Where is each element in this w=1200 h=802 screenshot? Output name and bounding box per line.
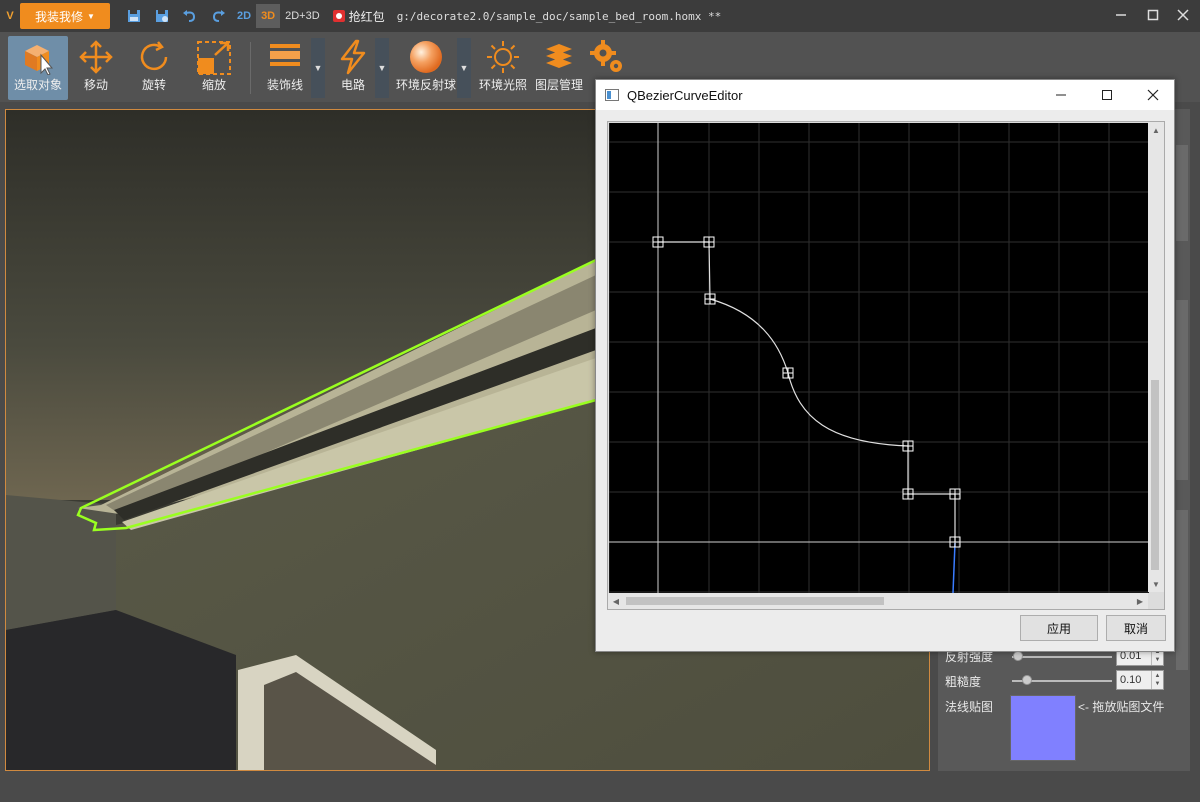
normal-map-row: 法线贴图 [945,698,993,715]
bezier-curve-editor-dialog: QBezierCurveEditor ▲ ▼ ◀ ▶ 应用 取消 [595,79,1175,652]
dialog-title: QBezierCurveEditor [627,87,743,103]
layers-icon [542,36,576,78]
tool-scale-label: 缩放 [201,78,226,92]
panel-scrollbar-top[interactable] [1176,145,1188,241]
title-bar: V 我装我修 ▼ 2D 3D 2D+3D 抢红包 g:/decorate2.0/… [0,0,1200,32]
tool-move-label: 移动 [83,78,108,92]
reflection-dropdown-arrow[interactable]: ▼ [457,38,471,98]
tool-circuit[interactable]: 电路 [329,36,377,100]
dialog-minimize-icon[interactable] [1038,80,1084,110]
chevron-down-icon: ▼ [87,11,95,21]
drag-texture-hint: <- 拖放贴图文件 [1078,700,1165,714]
mode-2d-button[interactable]: 2D [232,4,256,28]
red-packet-label: 抢红包 [348,9,385,24]
rotate-icon [136,36,172,78]
tool-select[interactable]: 选取对象 [8,36,68,100]
molding-dropdown-arrow[interactable]: ▼ [311,38,325,98]
canvas-vertical-scrollbar[interactable]: ▲ ▼ [1148,122,1164,592]
mode-3d-button[interactable]: 3D [256,4,281,28]
scroll-up-icon[interactable]: ▲ [1148,122,1164,138]
reflect-strength-slider-track[interactable] [1012,656,1112,658]
sun-icon [485,36,521,78]
apply-button[interactable]: 应用 [1020,615,1098,641]
lightning-icon [336,36,370,78]
roughness-value: 0.10 [1120,674,1142,686]
spin-arrows-icon[interactable]: ▲ ▼ [1151,671,1163,689]
tool-ambient-light[interactable]: 环境光照 [475,36,531,100]
mode-2d3d-button[interactable]: 2D+3D [280,4,325,28]
normal-map-label: 法线贴图 [945,700,994,714]
molding-icon [268,36,302,78]
tool-molding[interactable]: 装饰线 [257,36,313,100]
close-icon[interactable] [1166,0,1200,30]
scroll-left-icon[interactable]: ◀ [608,593,624,609]
brand-menu-button[interactable]: 我装我修 ▼ [20,3,110,29]
canvas-horizontal-scrollbar[interactable]: ◀ ▶ [608,593,1148,609]
app-logo: V [6,10,14,22]
tool-reflection-sphere[interactable]: 环境反射球 [393,36,459,100]
tool-circuit-label: 电路 [340,78,365,92]
brand-menu-label: 我装我修 [35,9,84,24]
undo-icon[interactable] [176,2,204,30]
redo-icon[interactable] [204,2,232,30]
roughness-label: 粗糙度 [945,675,982,689]
tool-rotate[interactable]: 旋转 [124,36,184,100]
tool-rotate-label: 旋转 [141,78,166,92]
settings-gears-icon [589,36,625,78]
vertical-scroll-thumb[interactable] [1151,380,1159,570]
sphere-icon [408,36,444,78]
tangent-line [952,542,956,593]
panel-scrollbar-middle[interactable] [1176,300,1188,480]
drag-hint-row: <- 拖放贴图文件 [1078,698,1164,715]
scroll-down-icon[interactable]: ▼ [1148,576,1164,592]
dialog-close-icon[interactable] [1130,80,1176,110]
roughness-row: 粗糙度 [945,673,981,690]
circuit-dropdown-arrow[interactable]: ▼ [375,38,389,98]
curve-canvas-frame: ▲ ▼ ◀ ▶ [607,121,1165,610]
horizontal-scroll-thumb[interactable] [626,597,884,605]
select-cube-icon [19,36,57,78]
tool-molding-label: 装饰线 [266,78,303,92]
maximize-icon[interactable] [1136,0,1170,30]
file-path: g:/decorate2.0/sample_doc/sample_bed_roo… [396,9,722,23]
save-icon[interactable] [120,2,148,30]
roughness-spinbox[interactable]: 0.10 ▲ ▼ [1116,670,1164,690]
scroll-right-icon[interactable]: ▶ [1132,593,1148,609]
save-as-icon[interactable] [148,2,176,30]
dialog-maximize-icon[interactable] [1084,80,1130,110]
tool-layers[interactable]: 图层管理 [531,36,587,100]
toolbar-separator [250,42,251,94]
minimize-icon[interactable] [1104,0,1138,30]
cancel-button[interactable]: 取消 [1106,615,1166,641]
bezier-curve-canvas[interactable] [609,123,1149,593]
move-arrows-icon [78,36,114,78]
red-packet-button[interactable]: 抢红包 [332,8,385,25]
window-app-icon [605,89,619,101]
red-packet-icon [332,10,345,22]
tool-ambient-label: 环境光照 [478,78,527,92]
tool-layers-label: 图层管理 [534,78,583,92]
reflect-strength-slider-knob[interactable] [1012,651,1023,661]
panel-scrollbar-bottom[interactable] [1176,510,1188,670]
normal-map-preview[interactable] [1010,695,1076,761]
scale-icon [195,36,233,78]
tool-select-label: 选取对象 [14,78,63,92]
tool-scale[interactable]: 缩放 [184,36,244,100]
dialog-title-bar[interactable]: QBezierCurveEditor [596,80,1174,110]
tool-reflection-label: 环境反射球 [395,78,456,92]
tool-move[interactable]: 移动 [68,36,124,100]
